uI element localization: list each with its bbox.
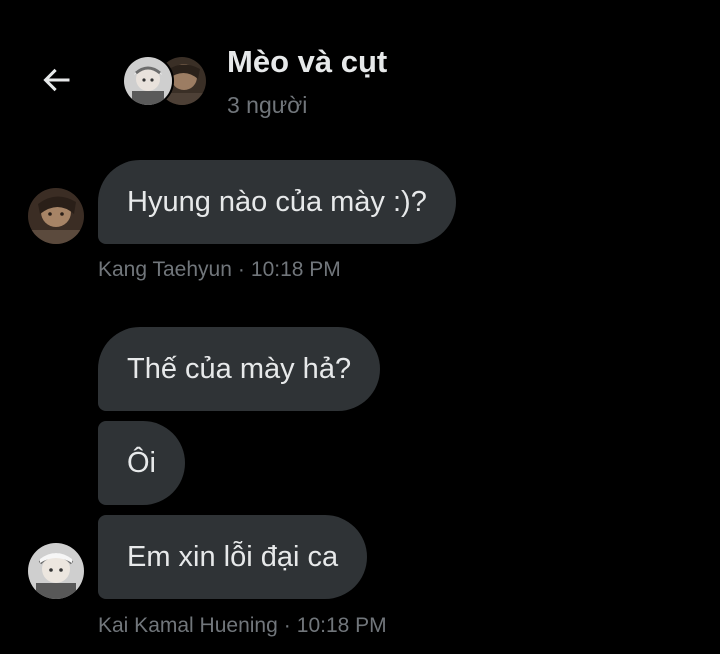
message-text: Ôi: [127, 447, 156, 479]
message-bubble[interactable]: Ôi: [98, 421, 185, 505]
conversation-title[interactable]: Mèo và cụt: [227, 44, 387, 80]
meta-separator: ·: [237, 258, 245, 281]
message-time: 10:18 PM: [296, 614, 387, 637]
sender-name: Kang Taehyun: [98, 258, 232, 281]
message-time: 10:18 PM: [250, 258, 341, 281]
sender-name: Kai Kamal Huening: [98, 614, 278, 637]
group-avatar[interactable]: [122, 55, 206, 109]
sender-avatar[interactable]: [28, 543, 84, 599]
back-button[interactable]: [36, 60, 76, 100]
sender-avatar[interactable]: [28, 188, 84, 244]
arrow-left-icon: [43, 68, 70, 92]
message-bubble[interactable]: Thế của mày hả?: [98, 327, 381, 411]
participant-count[interactable]: 3 người: [227, 92, 307, 119]
meta-separator: ·: [283, 614, 291, 637]
message-text: Thế của mày hả?: [127, 353, 352, 385]
message-meta: Kang Taehyun · 10:18 PM: [98, 258, 341, 282]
message-text: Em xin lỗi đại ca: [127, 541, 339, 573]
message-meta: Kai Kamal Huening · 10:18 PM: [98, 614, 387, 638]
message-bubble[interactable]: Hyung nào của mày :)?: [98, 160, 456, 244]
message-bubble[interactable]: Em xin lỗi đại ca: [98, 515, 368, 599]
member-avatar: [122, 55, 174, 107]
message-text: Hyung nào của mày :)?: [127, 186, 427, 218]
